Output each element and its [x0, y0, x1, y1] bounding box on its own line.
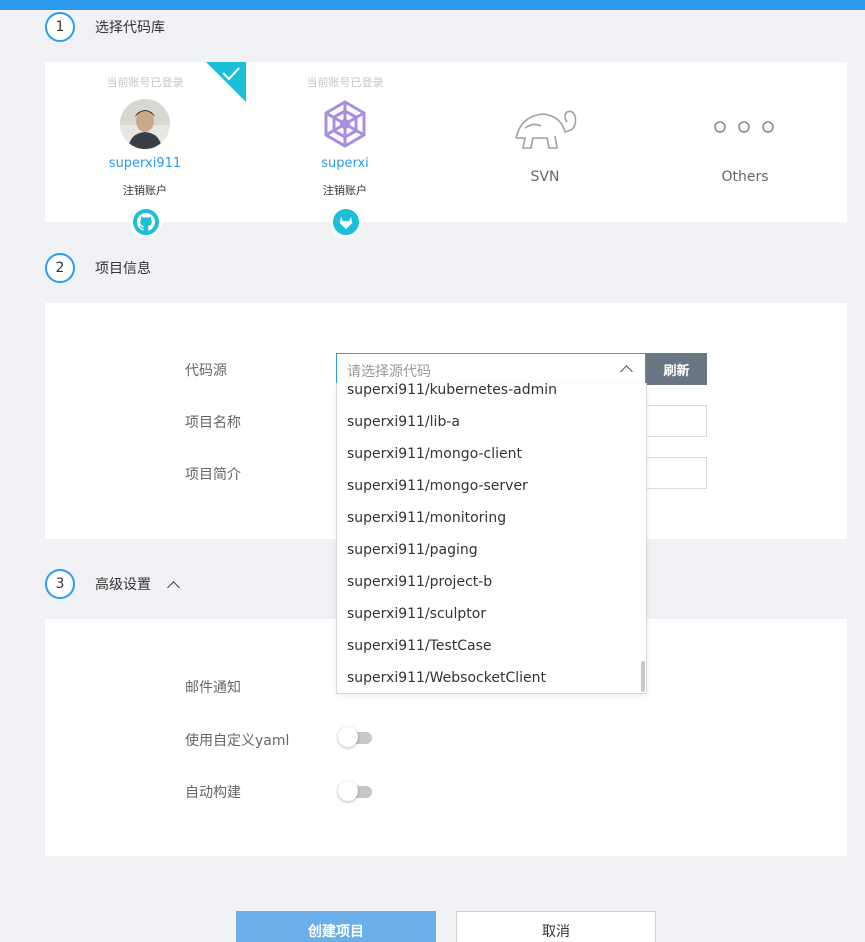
dropdown-option[interactable]: superxi911/WebsocketClient	[337, 662, 642, 693]
step-1-header: 1 选择代码库	[45, 12, 165, 42]
source-label: 代码源	[185, 363, 227, 379]
svn-turtle-icon	[515, 110, 577, 149]
custom-yaml-label: 使用自定义yaml	[185, 733, 290, 749]
step-title: 选择代码库	[95, 20, 165, 36]
repo-option-gitlab[interactable]: 当前账号已登录 superxi 注销账户	[245, 62, 445, 238]
refresh-button[interactable]: 刷新	[646, 353, 707, 385]
repository-card: 当前账号已登录 superxi911 注销账户 当前账号已登录 superxi …	[45, 62, 847, 238]
logout-account-link[interactable]: 注销账户	[45, 182, 245, 198]
toggle-knob	[338, 727, 358, 747]
gitlab-icon	[330, 206, 362, 238]
auto-build-toggle[interactable]	[338, 781, 372, 801]
collapse-toggle[interactable]	[167, 577, 183, 594]
source-select-placeholder: 请选择源代码	[347, 364, 431, 380]
dropdown-option[interactable]: superxi911/mongo-server	[337, 470, 642, 502]
dropdown-option[interactable]: superxi911/lib-a	[337, 406, 642, 438]
avatar	[320, 99, 370, 149]
dropdown-option[interactable]: superxi911/kubernetes-admin	[337, 383, 642, 406]
repo-account-name: superxi	[321, 156, 369, 171]
project-desc-label: 项目简介	[185, 467, 241, 483]
create-project-button[interactable]: 创建项目	[236, 911, 436, 942]
dropdown-option[interactable]: superxi911/mongo-client	[337, 438, 642, 470]
more-dots-icon	[714, 121, 774, 133]
repo-label: Others	[721, 169, 769, 185]
top-accent-bar	[0, 0, 865, 10]
dropdown-option[interactable]: superxi911/project-b	[337, 566, 642, 598]
source-dropdown-list[interactable]: superxi911/kubernetes-admin superxi911/li…	[336, 383, 647, 694]
step-number: 3	[45, 569, 75, 599]
toggle-knob	[338, 781, 358, 801]
step-number: 1	[45, 12, 75, 42]
step-number: 2	[45, 253, 75, 283]
email-notify-label: 邮件通知	[185, 680, 241, 696]
chevron-up-icon	[620, 365, 633, 378]
auto-build-label: 自动构建	[185, 785, 241, 801]
repo-option-svn[interactable]: SVN	[445, 62, 645, 222]
step-title: 项目信息	[95, 261, 151, 277]
cancel-button[interactable]: 取消	[456, 911, 656, 942]
repo-label: SVN	[530, 169, 560, 185]
github-icon	[130, 206, 162, 238]
repo-account-name: superxi911	[108, 156, 182, 171]
logged-in-hint: 当前账号已登录	[306, 76, 384, 89]
source-select[interactable]: 请选择源代码	[336, 353, 646, 385]
dropdown-scrollbar[interactable]	[641, 661, 645, 692]
repo-option-others[interactable]: Others	[645, 62, 845, 222]
dropdown-option[interactable]: superxi911/sculptor	[337, 598, 642, 630]
dropdown-option[interactable]: superxi911/TestCase	[337, 630, 642, 662]
chevron-up-icon	[167, 581, 180, 594]
step-3-header: 3 高级设置	[45, 569, 183, 599]
logout-account-link[interactable]: 注销账户	[245, 182, 445, 198]
selected-check-icon	[206, 62, 246, 102]
custom-yaml-toggle[interactable]	[338, 727, 372, 747]
dropdown-options: superxi911/kubernetes-admin superxi911/li…	[337, 383, 642, 693]
avatar	[120, 99, 170, 149]
step-title: 高级设置	[95, 577, 151, 593]
step-2-header: 2 项目信息	[45, 253, 151, 283]
dropdown-option[interactable]: superxi911/paging	[337, 534, 642, 566]
dropdown-option[interactable]: superxi911/monitoring	[337, 502, 642, 534]
project-name-label: 项目名称	[185, 415, 241, 431]
repo-option-github[interactable]: 当前账号已登录 superxi911 注销账户	[45, 62, 246, 238]
